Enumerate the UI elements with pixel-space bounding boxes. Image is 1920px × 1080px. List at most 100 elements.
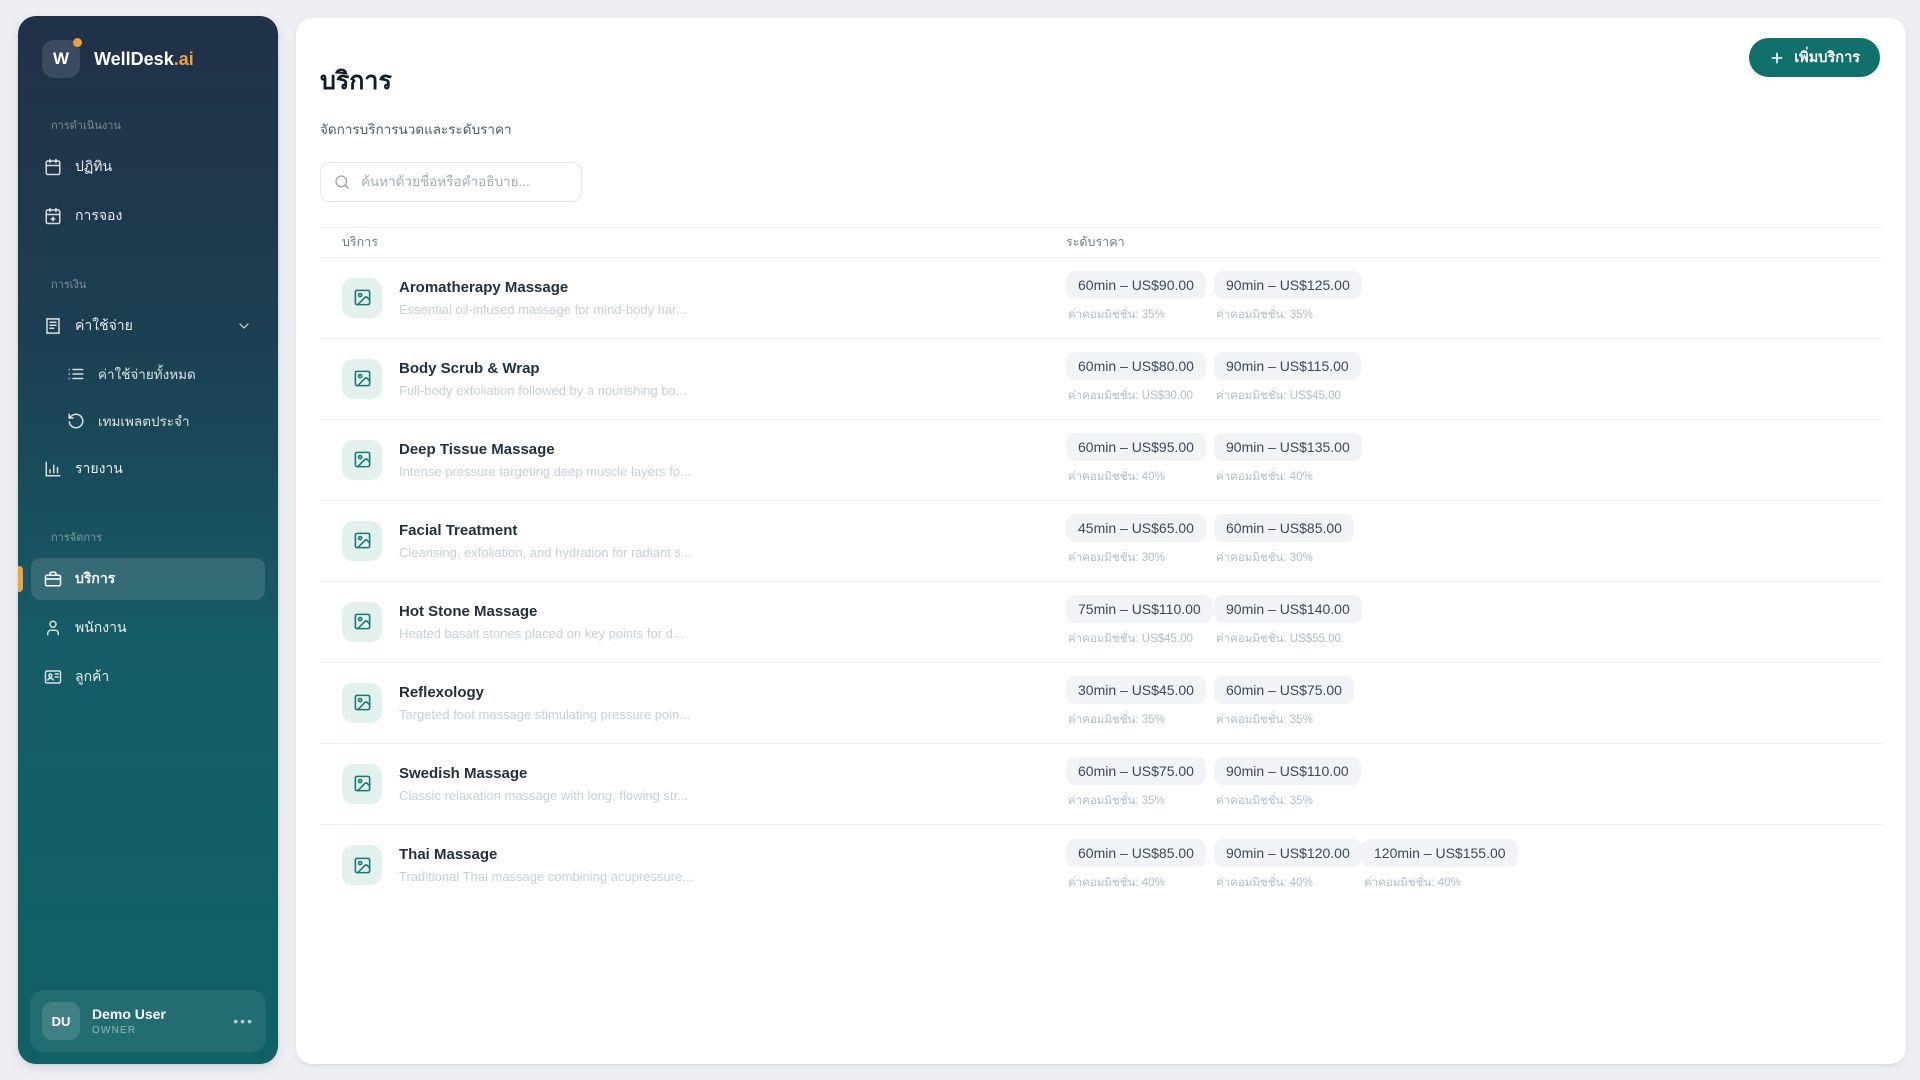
commission-text: ค่าคอมมิชชั่น: 40% <box>1362 874 1461 892</box>
sidebar-item-label: พนักงาน <box>75 617 127 639</box>
search-box[interactable] <box>320 162 582 202</box>
sidebar-item-label: การจอง <box>75 205 122 227</box>
user-card[interactable]: DU Demo User OWNER ••• <box>30 990 266 1052</box>
service-text: Reflexology Targeted foot massage stimula… <box>399 684 690 722</box>
service-description: Intense pressure targeting deep muscle l… <box>399 464 691 479</box>
sidebar-item-history[interactable]: เทมเพลตประจำ <box>31 401 265 441</box>
sidebar-item-label: ค่าใช้จ่ายทั้งหมด <box>98 363 196 385</box>
commission-text: ค่าคอมมิชชั่น: 40% <box>1066 468 1165 486</box>
sidebar-item-calendar-plus[interactable]: การจอง <box>31 195 265 237</box>
service-cell: Reflexology Targeted foot massage stimula… <box>342 683 1066 723</box>
column-header-service: บริการ <box>342 232 1066 252</box>
brand-logo: W <box>42 40 80 78</box>
price-tier: 60min – US$90.00ค่าคอมมิชชั่น: 35% <box>1066 271 1214 324</box>
sidebar-item-user[interactable]: พนักงาน <box>31 607 265 649</box>
image-icon <box>342 764 382 804</box>
user-name: Demo User <box>92 1006 166 1022</box>
sidebar-item-calendar[interactable]: ปฏิทิน <box>31 146 265 188</box>
price-tier: 60min – US$85.00ค่าคอมมิชชั่น: 30% <box>1214 514 1362 567</box>
sidebar: W WellDesk.ai การดำเนินงานปฏิทินการจองกา… <box>18 16 278 1064</box>
search-icon <box>334 174 350 190</box>
sidebar-item-label: บริการ <box>75 568 115 590</box>
service-row[interactable]: Aromatherapy MassageEssential oil-infuse… <box>320 258 1882 339</box>
sidebar-item-list[interactable]: ค่าใช้จ่ายทั้งหมด <box>31 354 265 394</box>
service-name: Body Scrub & Wrap <box>399 360 687 377</box>
price-badge: 120min – US$155.00 <box>1362 839 1518 867</box>
service-description: Full-body exfoliation followed by a nour… <box>399 383 687 398</box>
service-row[interactable]: Swedish MassageClassic relaxation massag… <box>320 744 1882 825</box>
service-row[interactable]: Reflexology Targeted foot massage stimula… <box>320 663 1882 744</box>
chevron-down-icon <box>236 318 252 334</box>
list-icon <box>67 365 85 383</box>
sidebar-item-briefcase[interactable]: บริการ <box>31 558 265 600</box>
price-badge: 60min – US$95.00 <box>1066 433 1206 461</box>
price-badge: 60min – US$90.00 <box>1066 271 1206 299</box>
price-badge: 90min – US$120.00 <box>1214 839 1362 867</box>
price-badge: 90min – US$135.00 <box>1214 433 1362 461</box>
service-cell: Thai MassageTraditional Thai massage com… <box>342 845 1066 885</box>
service-text: Thai MassageTraditional Thai massage com… <box>399 846 693 884</box>
service-name: Deep Tissue Massage <box>399 441 691 458</box>
bar-chart-icon <box>44 460 62 478</box>
sidebar-section-label: การดำเนินงาน <box>51 116 245 134</box>
price-tier: 60min – US$80.00ค่าคอมมิชชั่น: US$30.00 <box>1066 352 1214 405</box>
price-badge: 60min – US$75.00 <box>1066 757 1206 785</box>
add-service-button[interactable]: เพิ่มบริการ <box>1749 38 1880 77</box>
price-tiers: 75min – US$110.00ค่าคอมมิชชั่น: US$45.00… <box>1066 595 1362 648</box>
ellipsis-icon[interactable]: ••• <box>233 1013 254 1029</box>
service-row[interactable]: Deep Tissue Massage Intense pressure targ… <box>320 420 1882 501</box>
column-header-price-tiers: ระดับราคา <box>1066 232 1125 252</box>
service-row[interactable]: Body Scrub & Wrap Full-body exfoliation f… <box>320 339 1882 420</box>
commission-text: ค่าคอมมิชชั่น: 35% <box>1066 711 1165 729</box>
price-tier: 90min – US$135.00ค่าคอมมิชชั่น: 40% <box>1214 433 1362 486</box>
price-tier: 60min – US$75.00ค่าคอมมิชชั่น: 35% <box>1066 757 1214 810</box>
calendar-plus-icon <box>44 207 62 225</box>
price-badge: 60min – US$85.00 <box>1214 514 1354 542</box>
id-card-icon <box>44 668 62 686</box>
price-tiers: 60min – US$80.00ค่าคอมมิชชั่น: US$30.009… <box>1066 352 1362 405</box>
price-tiers: 45min – US$65.00ค่าคอมมิชชั่น: 30%60min … <box>1066 514 1362 567</box>
brand: W WellDesk.ai <box>18 16 278 78</box>
price-tiers: 60min – US$95.00 ค่าคอมมิชชั่น: 40% 90min … <box>1066 433 1362 486</box>
commission-text: ค่าคอมมิชชั่น: US$45.00 <box>1066 630 1193 648</box>
service-row[interactable]: Thai MassageTraditional Thai massage com… <box>320 825 1882 906</box>
receipt-icon <box>44 317 62 335</box>
service-cell: Deep Tissue Massage Intense pressure targ… <box>342 440 1066 480</box>
sidebar-item-label: ปฏิทิน <box>75 156 112 178</box>
sidebar-item-label: เทมเพลตประจำ <box>98 410 190 432</box>
service-name: Aromatherapy Massage <box>399 279 687 296</box>
briefcase-icon <box>44 570 62 588</box>
price-tiers: 60min – US$90.00ค่าคอมมิชชั่น: 35%90min … <box>1066 271 1362 324</box>
main-content: บริการ จัดการบริการนวดและระดับราคา เพิ่ม… <box>296 18 1906 1064</box>
sidebar-item-id-card[interactable]: ลูกค้า <box>31 656 265 698</box>
table-header: บริการ ระดับราคา <box>320 227 1882 258</box>
history-icon <box>67 412 85 430</box>
search-input[interactable] <box>359 173 568 190</box>
price-badge: 60min – US$85.00 <box>1066 839 1206 867</box>
image-icon <box>342 845 382 885</box>
price-badge: 90min – US$110.00 <box>1214 757 1361 785</box>
avatar: DU <box>42 1002 80 1040</box>
service-cell: Swedish MassageClassic relaxation massag… <box>342 764 1066 804</box>
price-badge: 45min – US$65.00 <box>1066 514 1206 542</box>
calendar-icon <box>44 158 62 176</box>
user-icon <box>44 619 62 637</box>
price-tier: 60min – US$95.00 ค่าคอมมิชชั่น: 40% <box>1066 433 1214 486</box>
brand-logo-dot <box>73 38 82 47</box>
commission-text: ค่าคอมมิชชั่น: US$30.00 <box>1066 387 1193 405</box>
service-name: Reflexology <box>399 684 690 701</box>
service-cell: Facial TreatmentCleansing, exfoliation, … <box>342 521 1066 561</box>
sidebar-item-bar-chart[interactable]: รายงาน <box>31 448 265 490</box>
service-description: Targeted foot massage stimulating pressu… <box>399 707 690 722</box>
sidebar-section-label: การเงิน <box>51 275 245 293</box>
image-icon <box>342 359 382 399</box>
sidebar-item-label: รายงาน <box>75 458 123 480</box>
sidebar-item-receipt[interactable]: ค่าใช้จ่าย <box>31 305 265 347</box>
service-row[interactable]: Facial TreatmentCleansing, exfoliation, … <box>320 501 1882 582</box>
active-indicator <box>18 566 23 592</box>
price-tiers: 60min – US$75.00ค่าคอมมิชชั่น: 35%90min … <box>1066 757 1362 810</box>
sidebar-section-label: การจัดการ <box>51 528 245 546</box>
service-name: Thai Massage <box>399 846 693 863</box>
service-name: Swedish Massage <box>399 765 688 782</box>
service-row[interactable]: Hot Stone MassageHeated basalt stones pl… <box>320 582 1882 663</box>
